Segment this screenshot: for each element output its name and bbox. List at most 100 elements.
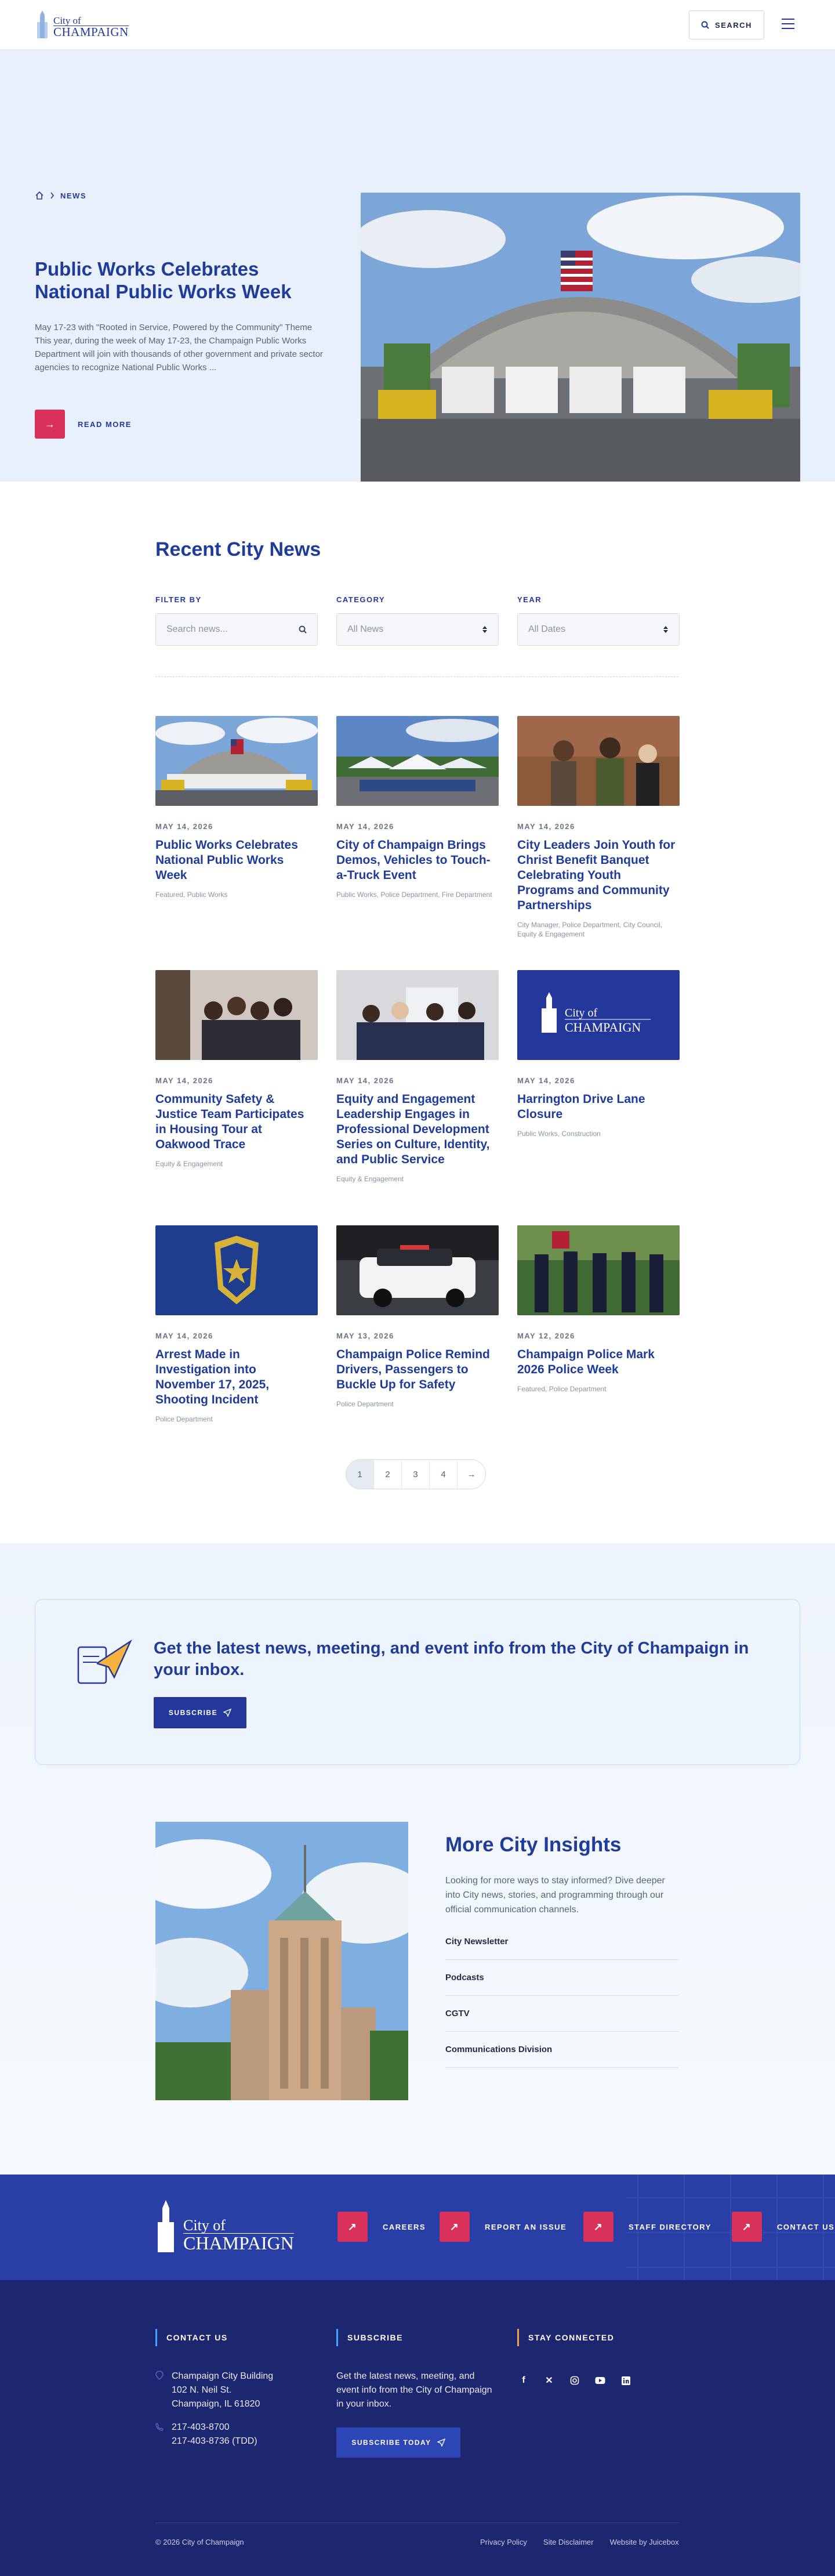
news-card[interactable]: MAY 14, 2026 Community Safety & Justice … — [155, 970, 318, 1168]
phone-main[interactable]: 217-403-8700 — [172, 2421, 324, 2434]
read-more-link[interactable]: → READ MORE — [35, 410, 132, 439]
city-logo[interactable]: City of CHAMPAIGN — [35, 10, 129, 38]
news-card-image[interactable] — [517, 1225, 680, 1315]
news-card-tags: Equity & Engagement — [336, 1175, 404, 1183]
category-select[interactable]: All News — [336, 613, 499, 646]
newsletter-heading: Get the latest news, meeting, and event … — [154, 1639, 749, 1679]
news-card-date: MAY 14, 2026 — [517, 822, 575, 831]
year-select[interactable]: All Dates — [517, 613, 680, 646]
site-disclaimer-link[interactable]: Site Disclaimer — [543, 2538, 594, 2546]
subscribe-today-label: SUBSCRIBE TODAY — [351, 2438, 431, 2447]
page-1-button[interactable]: 1 — [346, 1460, 374, 1489]
news-card-title[interactable]: Arrest Made in Investigation into Novemb… — [155, 1347, 318, 1408]
lower-section: Get the latest news, meeting, and event … — [0, 1543, 835, 2175]
insights-link-newsletter[interactable]: City Newsletter — [445, 1924, 678, 1960]
news-card-image[interactable] — [336, 970, 499, 1060]
news-card-title[interactable]: Harrington Drive Lane Closure — [517, 1092, 680, 1122]
insights-link-podcasts[interactable]: Podcasts — [445, 1960, 678, 1996]
staff-directory-link[interactable]: ↗ STAFF DIRECTORY — [583, 2212, 711, 2242]
search-button[interactable]: SEARCH — [689, 10, 764, 39]
next-page-button[interactable]: → — [458, 1460, 485, 1489]
search-icon[interactable] — [299, 625, 307, 634]
news-card-tags: Police Department — [336, 1400, 394, 1408]
news-card-date: MAY 14, 2026 — [517, 1076, 575, 1085]
news-card[interactable]: MAY 14, 2026 City of Champaign Brings De… — [336, 716, 499, 899]
featured-hero: NEWS Public Works Celebrates National Pu… — [0, 50, 835, 494]
menu-button[interactable] — [782, 17, 794, 30]
search-button-label: SEARCH — [715, 20, 752, 30]
x-twitter-icon[interactable]: ✕ — [543, 2374, 556, 2387]
police-badge-image — [155, 1225, 318, 1315]
year-label: YEAR — [517, 595, 542, 604]
subscribe-button[interactable]: SUBSCRIBE — [154, 1697, 246, 1728]
recent-news-section: Recent City News FILTER BY Search news..… — [0, 482, 835, 1543]
insights-heading: More City Insights — [445, 1833, 622, 1856]
breadcrumb-current[interactable]: NEWS — [60, 191, 86, 200]
footer-quicklinks: City of CHAMPAIGN ↗ CAREERS ↗ REPORT AN … — [0, 2175, 835, 2280]
linkedin-icon[interactable] — [619, 2374, 632, 2387]
news-card-image[interactable] — [155, 970, 318, 1060]
news-card-title[interactable]: Public Works Celebrates National Public … — [155, 838, 318, 883]
news-card[interactable]: MAY 12, 2026 Champaign Police Mark 2026 … — [517, 1225, 680, 1394]
legal-links: Privacy Policy Site Disclaimer Website b… — [480, 2538, 679, 2546]
insights-link-communications[interactable]: Communications Division — [445, 2032, 678, 2068]
careers-link[interactable]: ↗ CAREERS — [337, 2212, 426, 2242]
contact-heading: CONTACT US — [155, 2329, 324, 2346]
facebook-icon[interactable]: f — [517, 2374, 530, 2387]
phone-tdd[interactable]: 217-403-8736 (TDD) — [172, 2434, 324, 2448]
home-icon[interactable] — [35, 191, 44, 200]
news-card-title[interactable]: Equity and Engagement Leadership Engages… — [336, 1092, 499, 1167]
news-search-input[interactable]: Search news... — [155, 613, 318, 646]
news-card[interactable]: City of CHAMPAIGN MAY 14, 2026 Harrington… — [517, 970, 680, 1138]
report-issue-link[interactable]: ↗ REPORT AN ISSUE — [440, 2212, 567, 2242]
news-card-image[interactable] — [336, 716, 499, 806]
svg-text:City of: City of — [565, 1007, 597, 1019]
news-card-image[interactable] — [155, 716, 318, 806]
subscribe-text: Get the latest news, meeting, and event … — [336, 2371, 492, 2409]
external-link-icon: ↗ — [583, 2212, 613, 2242]
address-line: Champaign, IL 61820 — [172, 2399, 260, 2409]
website-credit-link[interactable]: Website by Juicebox — [610, 2538, 679, 2546]
news-card[interactable]: MAY 13, 2026 Champaign Police Remind Dri… — [336, 1225, 499, 1409]
insights-link-cgtv[interactable]: CGTV — [445, 1996, 678, 2032]
news-card-title[interactable]: Champaign Police Remind Drivers, Passeng… — [336, 1347, 499, 1392]
location-pin-icon — [155, 2371, 164, 2380]
news-card-image[interactable] — [517, 716, 680, 806]
news-card-title[interactable]: Community Safety & Justice Team Particip… — [155, 1092, 318, 1152]
news-card-date: MAY 14, 2026 — [336, 822, 394, 831]
insights-description: Looking for more ways to stay informed? … — [445, 1876, 665, 1915]
page-3-button[interactable]: 3 — [402, 1460, 430, 1489]
filter-year: YEAR All Dates — [517, 595, 680, 646]
site-header: City of CHAMPAIGN SEARCH — [0, 0, 835, 50]
subscribe-today-button[interactable]: SUBSCRIBE TODAY — [336, 2427, 460, 2458]
arrow-right-icon[interactable]: → — [35, 410, 65, 439]
menu-icon-bar — [782, 28, 794, 29]
hero-image[interactable] — [361, 193, 800, 494]
svg-text:CHAMPAIGN: CHAMPAIGN — [565, 1020, 641, 1034]
privacy-policy-link[interactable]: Privacy Policy — [480, 2538, 527, 2546]
sort-arrows-icon — [482, 626, 487, 633]
instagram-icon[interactable] — [568, 2374, 581, 2387]
address-line: Champaign City Building — [172, 2371, 274, 2381]
news-card[interactable]: MAY 14, 2026 Public Works Celebrates Nat… — [155, 716, 318, 899]
youtube-icon[interactable] — [594, 2374, 607, 2387]
news-card-title[interactable]: City of Champaign Brings Demos, Vehicles… — [336, 838, 499, 883]
hero-title[interactable]: Public Works Celebrates National Public … — [35, 258, 336, 303]
news-card-title[interactable]: Champaign Police Mark 2026 Police Week — [517, 1347, 680, 1377]
page-4-button[interactable]: 4 — [430, 1460, 458, 1489]
page-2-button[interactable]: 2 — [374, 1460, 402, 1489]
news-card-image[interactable]: City of CHAMPAIGN — [517, 970, 680, 1060]
news-card[interactable]: MAY 14, 2026 Arrest Made in Investigatio… — [155, 1225, 318, 1424]
footer-social: STAY CONNECTED f ✕ — [517, 2329, 685, 2387]
contact-us-link[interactable]: ↗ CONTACT US — [732, 2212, 834, 2242]
news-card-title[interactable]: City Leaders Join Youth for Christ Benef… — [517, 838, 680, 913]
staff-directory-label: STAFF DIRECTORY — [629, 2222, 711, 2231]
careers-label: CAREERS — [383, 2222, 426, 2231]
external-link-icon: ↗ — [337, 2212, 368, 2242]
footer-logo[interactable]: City of CHAMPAIGN — [154, 2200, 294, 2252]
news-card[interactable]: MAY 14, 2026 Equity and Engagement Leade… — [336, 970, 499, 1184]
news-card-image[interactable] — [155, 1225, 318, 1315]
news-card[interactable]: MAY 14, 2026 City Leaders Join Youth for… — [517, 716, 680, 939]
year-value: All Dates — [528, 624, 566, 634]
news-card-image[interactable] — [336, 1225, 499, 1315]
